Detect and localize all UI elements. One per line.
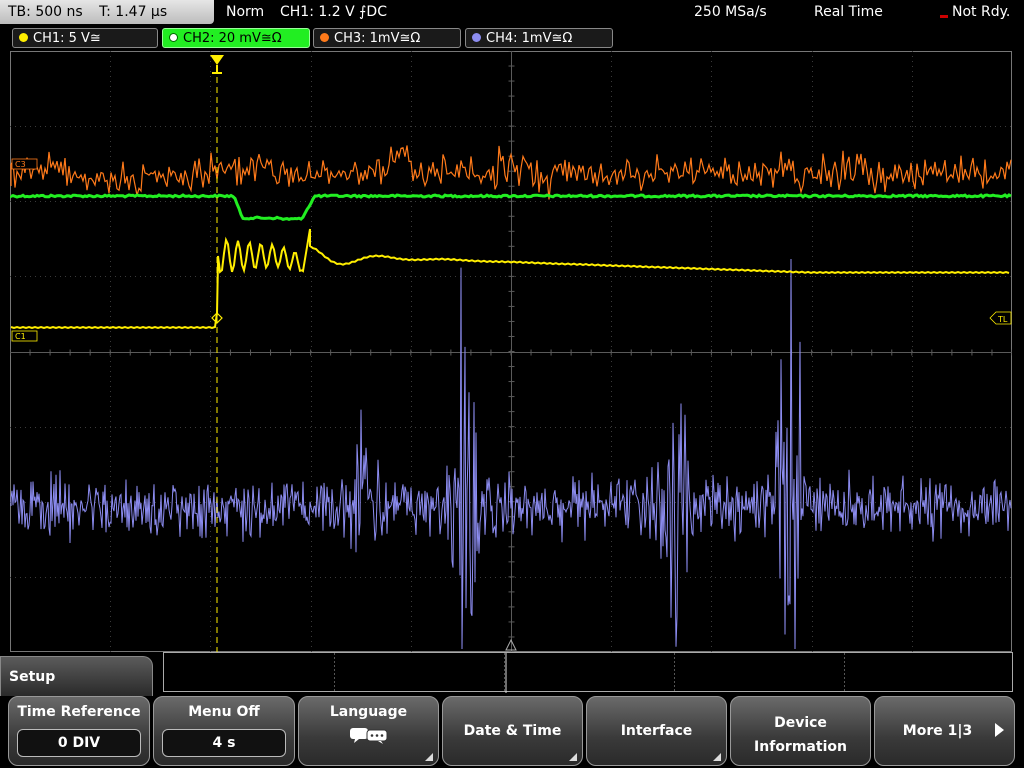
timebase-box[interactable]: TB: 500 ns T: 1.47 µs — [0, 0, 214, 24]
device-information-button[interactable]: Device Information — [730, 696, 871, 766]
channel-label: CH1: 5 V≅ — [33, 31, 101, 46]
channel-tab-ch2[interactable]: CH2: 20 mV≅Ω — [162, 28, 310, 48]
menu-off-button[interactable]: Menu Off 4 s — [153, 696, 295, 766]
menu-title: Setup — [0, 656, 153, 696]
time-reference-label: Time Reference — [17, 704, 141, 720]
menu-off-label: Menu Off — [188, 704, 260, 720]
interface-label: Interface — [620, 723, 693, 739]
language-label: Language — [329, 704, 408, 720]
trigger-info[interactable]: CH1: 1.2 V ⨍DC — [280, 0, 387, 24]
ch2-color-icon — [169, 33, 178, 42]
timebase-value: TB: 500 ns — [8, 4, 83, 20]
channel-label: CH3: 1mV≅Ω — [334, 31, 421, 46]
time-reference-button[interactable]: Time Reference 0 DIV — [8, 696, 150, 766]
waveform-canvas[interactable]: C3 C1 TL — [10, 51, 1012, 652]
submenu-corner-icon — [569, 753, 577, 761]
ch3-color-icon — [320, 33, 329, 42]
channel-label: CH2: 20 mV≅Ω — [183, 31, 282, 46]
date-time-label: Date & Time — [463, 723, 562, 739]
language-button[interactable]: Language — [298, 696, 439, 766]
ch1-color-icon — [19, 33, 28, 42]
ch3-offset-label: C3 — [15, 160, 26, 169]
time-reference-value[interactable]: 0 DIV — [17, 729, 141, 757]
submenu-corner-icon — [425, 753, 433, 761]
channel-tab-ch4[interactable]: CH4: 1mV≅Ω — [465, 28, 613, 48]
run-state: Not Rdy. — [952, 4, 1011, 20]
ch4-color-icon — [472, 33, 481, 42]
device-information-label: Device Information — [731, 711, 870, 759]
overview-strip — [163, 652, 1013, 693]
softkey-panel: Time Reference 0 DIV Menu Off 4 s Langua… — [0, 696, 1024, 768]
more-button[interactable]: More 1|3 — [874, 696, 1015, 766]
submenu-corner-icon — [713, 753, 721, 761]
device-information-line2: Information — [754, 739, 847, 755]
display-mode: Real Time — [814, 4, 883, 20]
status-bar: TB: 500 ns T: 1.47 µs Norm CH1: 1.2 V ⨍D… — [0, 0, 1024, 24]
speech-bubble-icon — [349, 728, 387, 744]
menu-off-value[interactable]: 4 s — [162, 729, 286, 757]
trigger-time-value: T: 1.47 µs — [99, 4, 168, 20]
date-time-button[interactable]: Date & Time — [442, 696, 583, 766]
channel-tab-ch3[interactable]: CH3: 1mV≅Ω — [313, 28, 461, 48]
waveform-display[interactable]: C3 C1 TL — [10, 51, 1012, 652]
sample-rate: 250 MSa/s — [694, 4, 767, 20]
channel-tab-ch1[interactable]: CH1: 5 V≅ — [12, 28, 158, 48]
ch1-offset-label: C1 — [15, 332, 26, 341]
overview-grid — [334, 653, 845, 693]
channel-label: CH4: 1mV≅Ω — [486, 31, 573, 46]
trigger-level-label: TL — [997, 315, 1008, 324]
device-information-line1: Device — [774, 715, 827, 731]
channel-bar: CH1: 5 V≅ CH2: 20 mV≅Ω CH3: 1mV≅Ω CH4: 1… — [0, 24, 1024, 50]
next-page-arrow-icon — [995, 723, 1004, 737]
acquisition-mode[interactable]: Norm — [226, 0, 264, 24]
status-indicator-icon — [940, 15, 948, 18]
more-label: More 1|3 — [902, 723, 973, 739]
interface-button[interactable]: Interface — [586, 696, 727, 766]
